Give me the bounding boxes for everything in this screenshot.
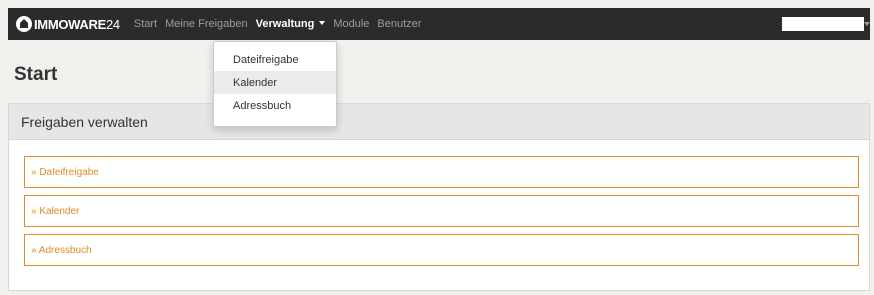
- dropdown-item-kalender[interactable]: Kalender: [214, 71, 336, 94]
- chevron-down-icon: [319, 21, 326, 25]
- link-adressbuch[interactable]: » Adressbuch: [24, 234, 859, 266]
- nav-item-module[interactable]: Module: [333, 18, 369, 30]
- brand-logo[interactable]: IMMOWARE 24: [16, 8, 120, 40]
- nav-menu: Start Meine Freigaben Verwaltung Module …: [134, 8, 430, 40]
- user-chevron-down-icon: [864, 22, 870, 26]
- brand-name: IMMOWARE: [34, 16, 106, 32]
- link-dateifreigabe[interactable]: » Dateifreigabe: [24, 156, 859, 188]
- nav-item-benutzer[interactable]: Benutzer: [377, 18, 421, 30]
- panel-heading: Freigaben verwalten: [9, 104, 869, 140]
- dropdown-item-adressbuch[interactable]: Adressbuch: [214, 94, 336, 117]
- verwaltung-dropdown-menu: Dateifreigabe Kalender Adressbuch: [213, 41, 337, 127]
- nav-item-verwaltung[interactable]: Verwaltung: [256, 18, 326, 30]
- link-kalender[interactable]: » Kalender: [24, 195, 859, 227]
- panel-body: » Dateifreigabe » Kalender » Adressbuch: [9, 140, 869, 266]
- freigaben-panel: Freigaben verwalten » Dateifreigabe » Ka…: [8, 103, 870, 291]
- page-title: Start: [14, 64, 58, 85]
- top-navbar: IMMOWARE 24 Start Meine Freigaben Verwalt…: [8, 8, 870, 40]
- nav-item-meine-freigaben[interactable]: Meine Freigaben: [165, 18, 248, 30]
- brand-number: 24: [105, 16, 120, 32]
- nav-item-start[interactable]: Start: [134, 18, 157, 30]
- user-menu[interactable]: [782, 17, 870, 31]
- nav-item-verwaltung-label: Verwaltung: [255, 18, 315, 30]
- dropdown-item-dateifreigabe[interactable]: Dateifreigabe: [214, 48, 336, 71]
- house-logo-icon: [16, 16, 32, 32]
